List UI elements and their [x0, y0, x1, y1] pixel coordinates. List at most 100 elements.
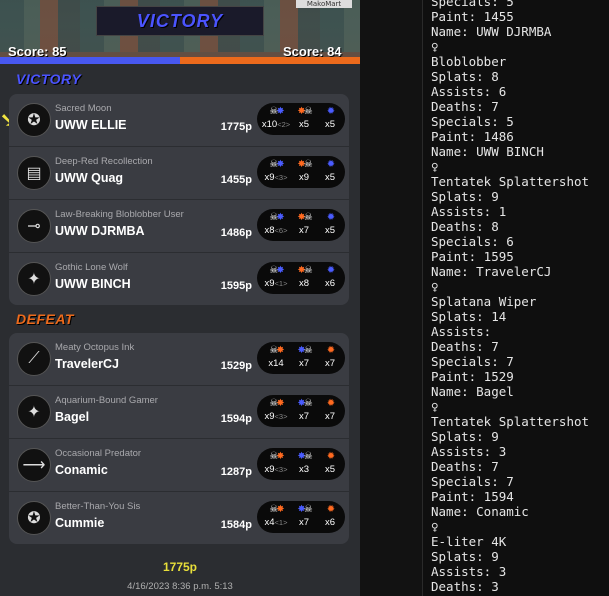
score-bar-blue — [0, 57, 180, 64]
banner-title: VICTORY — [136, 11, 224, 31]
death-icon: ✸☠ — [297, 212, 312, 223]
player-row: ✪ Better-Than-You Sis Cummie 1584p ☠✸ x4<1> ✸☠… — [9, 492, 349, 544]
splats-value: x14 — [268, 358, 284, 369]
special-weapon-icon: ✹ — [326, 504, 335, 515]
log-line: Splats: 9 — [431, 549, 499, 564]
specials-value: x6 — [324, 517, 336, 528]
splats-value: x9 — [264, 172, 275, 183]
player-paint: 1594p — [220, 413, 252, 425]
splats-value: x8 — [264, 225, 275, 236]
log-line: Assists: 3 — [431, 564, 507, 579]
splats-stat: ☠✸ x10<2> — [261, 106, 291, 134]
log-line: Deaths: 7 — [431, 339, 499, 354]
log-line: Specials: 5 — [431, 114, 514, 129]
deaths-value: x7 — [298, 517, 310, 528]
player-name: Bagel — [55, 410, 90, 424]
splat-icon: ☠✸ — [269, 398, 284, 409]
results-header: MakoMart VICTORY Score: 85 Score: 84 — [0, 0, 360, 64]
splats-value: x9 — [264, 411, 275, 422]
splats-stat: ☠✸ x8<6> — [261, 212, 291, 240]
player-stats: ☠✸ x4<1> ✸☠ x7 ✹ x6 — [257, 501, 345, 533]
death-icon: ✸☠ — [297, 265, 312, 276]
log-line: ♀ — [431, 519, 439, 534]
log-line: Name: TravelerCJ — [431, 264, 552, 279]
player-row: ✪ Sacred Moon UWW ELLIE 1775p ☠✸ x10<2> ✸☠ x5 ✹ x… — [9, 94, 349, 147]
log-line: Name: Conamic — [431, 504, 529, 519]
log-line: Assists: — [431, 324, 492, 339]
player-row: ✦ Aquarium-Bound Gamer Bagel 1594p ☠✸ x9<3> ✸☠… — [9, 386, 349, 439]
specials-stat: ✹ x5 — [317, 451, 343, 479]
log-line: Specials: 6 — [431, 234, 514, 249]
log-line: Name: Bagel — [431, 384, 514, 399]
deaths-stat: ✸☠ x7 — [291, 345, 317, 373]
log-line: Paint: 1529 — [431, 369, 514, 384]
player-title: Sacred Moon — [55, 103, 112, 114]
splattershot-icon: ✦ — [17, 395, 51, 429]
log-line: Assists: 6 — [431, 84, 507, 99]
player-name: UWW BINCH — [55, 277, 131, 291]
victory-banner: VICTORY — [96, 6, 264, 36]
specials-stat: ✹ x6 — [317, 504, 343, 532]
log-line: ♀ — [431, 399, 439, 414]
death-icon: ✸☠ — [297, 451, 312, 462]
player-paint: 1486p — [220, 227, 252, 239]
winners-team-box: ✪ Sacred Moon UWW ELLIE 1775p ☠✸ x10<2> ✸☠ x5 ✹ x… — [9, 94, 349, 305]
special-weapon-icon: ✹ — [326, 265, 335, 276]
log-line: Deaths: 8 — [431, 219, 499, 234]
store-sign: MakoMart — [296, 0, 352, 8]
player-row: ⟶ Occasional Predator Conamic 1287p ☠✸ x9<3> ✸… — [9, 439, 349, 492]
log-line: Deaths: 3 — [431, 579, 499, 594]
player-paint: 1455p — [220, 174, 252, 186]
deaths-stat: ✸☠ x3 — [291, 451, 317, 479]
assists-value: <1> — [274, 279, 288, 288]
log-line: Specials: 5 — [431, 0, 514, 9]
log-line: Assists: 3 — [431, 444, 507, 459]
log-line: Paint: 1486 — [431, 129, 514, 144]
score-bar-orange — [180, 57, 360, 64]
splats-value: x9 — [264, 278, 275, 289]
deaths-value: x7 — [298, 225, 310, 236]
log-line: Splats: 9 — [431, 189, 499, 204]
divider-gap — [360, 0, 423, 596]
winners-label: VICTORY — [16, 71, 82, 87]
deaths-stat: ✸☠ x5 — [291, 106, 317, 134]
text-log: Specials: 5 Paint: 1455 Name: UWW DJRMBA ♀ B… — [431, 0, 609, 596]
player-stats: ☠✸ x9<3> ✸☠ x7 ✹ x7 — [257, 395, 345, 427]
specials-stat: ✹ x6 — [317, 265, 343, 293]
player-stats: ☠✸ x9<3> ✸☠ x3 ✹ x5 — [257, 448, 345, 480]
specials-value: x5 — [324, 464, 336, 475]
player-row: ⟋ Meaty Octopus Ink TravelerCJ 1529p ☠✸ x14 ✸☠… — [9, 333, 349, 386]
log-line: Paint: 1455 — [431, 9, 514, 24]
player-name: Conamic — [55, 463, 108, 477]
bucket-icon: ▤ — [17, 156, 51, 190]
log-line: Assists: 1 — [431, 204, 507, 219]
specials-value: x5 — [324, 225, 336, 236]
log-line: ♀ — [431, 159, 439, 174]
match-datetime: 4/16/2023 8:36 p.m. 5:13 — [127, 581, 233, 592]
deaths-value: x9 — [298, 172, 310, 183]
special-weapon-icon: ✹ — [326, 212, 335, 223]
splats-value: x9 — [264, 464, 275, 475]
specials-value: x7 — [324, 411, 336, 422]
player-stats: ☠✸ x8<6> ✸☠ x7 ✹ x5 — [257, 209, 345, 241]
specials-stat: ✹ x5 — [317, 159, 343, 187]
player-stats: ☠✸ x9<1> ✸☠ x8 ✹ x6 — [257, 262, 345, 294]
losers-team-box: ⟋ Meaty Octopus Ink TravelerCJ 1529p ☠✸ x14 ✸☠… — [9, 333, 349, 544]
splats-stat: ☠✸ x9<3> — [261, 159, 291, 187]
blaster-icon: ✪ — [17, 103, 51, 137]
log-line: Specials: 7 — [431, 474, 514, 489]
splats-stat: ☠✸ x4<1> — [261, 504, 291, 532]
log-line: Paint: 1595 — [431, 249, 514, 264]
total-paint: 1775p — [162, 560, 198, 574]
special-weapon-icon: ✹ — [326, 345, 335, 356]
log-line: ♀ — [431, 279, 439, 294]
player-name: UWW Quag — [55, 171, 124, 185]
specials-value: x5 — [324, 172, 336, 183]
splatana-icon: ⟋ — [17, 342, 51, 376]
log-line: Tentatek Splattershot — [431, 174, 590, 189]
splat-icon: ☠✸ — [269, 451, 284, 462]
eliter-icon: ⟶ — [17, 448, 51, 482]
log-line: Name: UWW DJRMBA — [431, 24, 552, 39]
assists-value: <6> — [274, 226, 288, 235]
assists-value: <1> — [274, 518, 288, 527]
